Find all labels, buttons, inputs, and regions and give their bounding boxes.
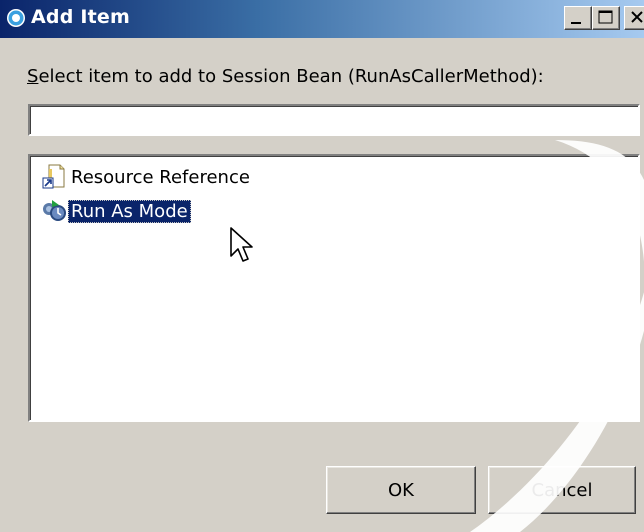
ok-button[interactable]: OK: [326, 466, 476, 514]
close-button[interactable]: [624, 6, 644, 30]
prompt-mnemonic: S: [27, 66, 39, 87]
maximize-button[interactable]: [592, 6, 620, 30]
filter-input[interactable]: [28, 104, 640, 136]
minimize-icon: [571, 22, 581, 24]
tree-item-run-as-mode[interactable]: Run As Mode: [40, 196, 191, 226]
resource-reference-icon: [42, 164, 65, 189]
maximize-icon: [598, 10, 613, 24]
add-item-dialog: Add Item Select item to add to Session B…: [0, 0, 644, 532]
tree-item-label-selected: Run As Mode: [68, 199, 191, 223]
eclipse-circle-icon: [7, 9, 25, 27]
prompt-label: Select item to add to Session Bean (RunA…: [27, 66, 544, 87]
close-icon: [631, 11, 643, 23]
minimize-button[interactable]: [564, 6, 592, 30]
mouse-pointer-icon: [230, 227, 253, 262]
item-tree[interactable]: Resource Reference Run As Mode: [28, 154, 640, 422]
tree-item-label: Resource Reference: [71, 166, 250, 188]
window-title: Add Item: [31, 6, 130, 28]
tree-item-resource-reference[interactable]: Resource Reference: [40, 162, 253, 192]
prompt-text: elect item to add to Session Bean (RunAs…: [38, 66, 544, 87]
title-bar[interactable]: Add Item: [0, 0, 644, 38]
run-as-mode-icon: [43, 200, 66, 221]
cancel-button[interactable]: Cancel: [488, 466, 636, 514]
